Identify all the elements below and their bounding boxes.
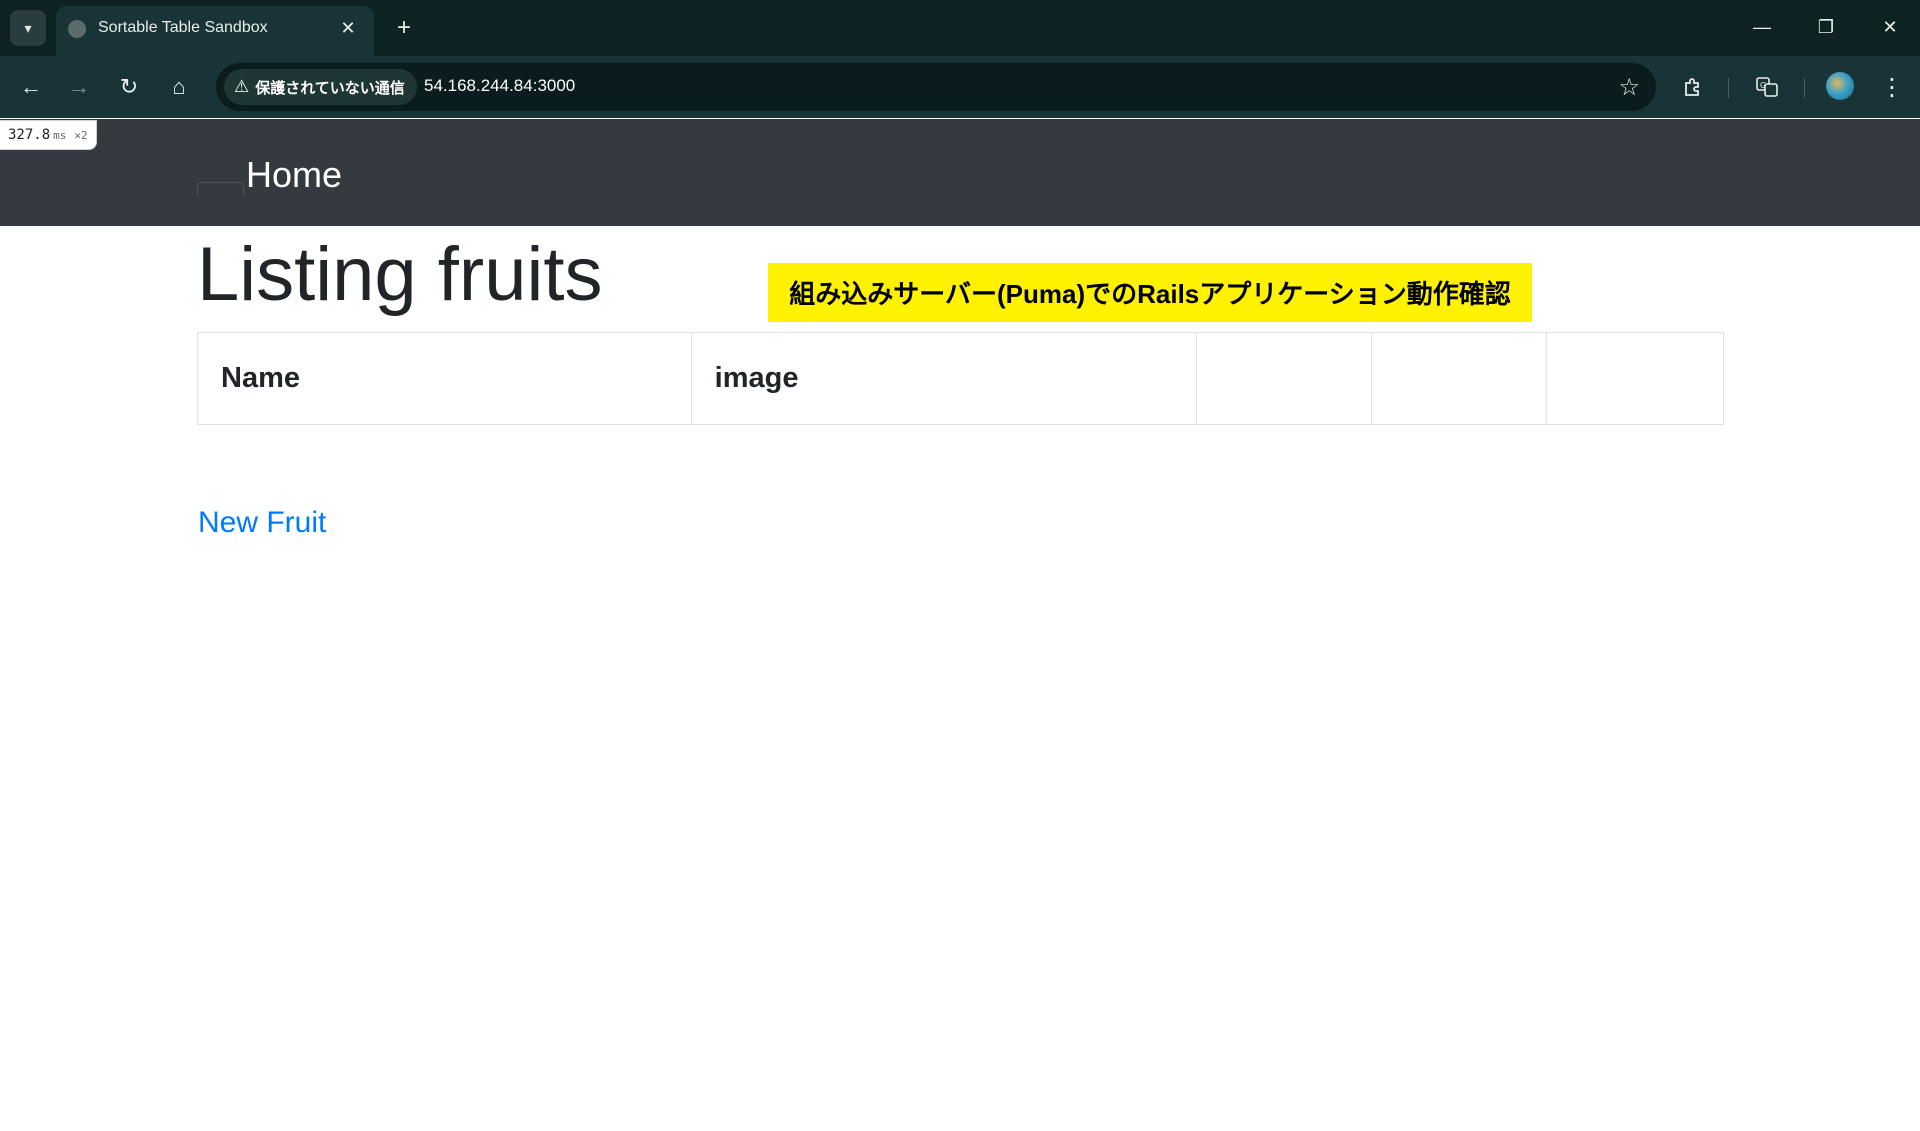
browser-menu-icon[interactable]: ⋮ [1878,70,1906,104]
new-fruit-link[interactable]: New Fruit [198,506,326,540]
perf-value: 327.8 [8,127,51,143]
translate-icon[interactable]: G [1750,70,1784,104]
security-chip[interactable]: ⚠ 保護されていない通信 [224,69,417,105]
svg-text:G: G [1760,81,1766,90]
profile-avatar[interactable] [1826,72,1854,100]
url-text[interactable]: 54.168.244.84:3000 [424,76,575,96]
perf-multiplier: ×2 [74,128,88,142]
navbar-home-link[interactable]: Home [246,154,342,196]
chevron-down-icon: ▾ [24,19,32,36]
home-button[interactable]: ⌂ [162,70,196,104]
tab-search-button[interactable]: ▾ [10,10,46,46]
restore-button[interactable]: ❐ [1802,8,1850,46]
security-label: 保護されていない通信 [255,79,405,97]
column-header-action [1196,332,1373,425]
column-header-name: Name [197,332,692,425]
fruits-table: Name image [197,332,1724,425]
bookmark-star-icon[interactable]: ☆ [1618,73,1640,102]
tab-title: Sortable Table Sandbox [98,19,268,36]
navbar-toggler-button[interactable] [197,182,244,195]
column-header-image: image [690,332,1198,425]
table-header-row: Name image [197,332,1724,425]
reload-button[interactable]: ↻ [112,70,146,104]
minimize-button[interactable]: — [1738,8,1786,46]
column-header-action [1371,332,1548,425]
address-bar[interactable]: ⚠ 保護されていない通信 54.168.244.84:3000 ☆ [216,63,1656,111]
warning-icon: ⚠ [234,77,250,96]
page-title: Listing fruits [197,232,603,317]
window-close-button[interactable]: ✕ [1866,8,1914,46]
new-tab-button[interactable]: + [388,12,420,44]
toolbar-divider [1728,78,1729,98]
perf-overlay: 327.8 ms ×2 [0,120,97,150]
perf-unit: ms [53,128,67,142]
back-button[interactable]: ← [14,70,48,104]
tab-close-icon[interactable]: ✕ [336,16,360,40]
globe-icon [68,20,86,38]
extensions-icon[interactable] [1676,70,1710,104]
browser-tab[interactable]: Sortable Table Sandbox ✕ [56,6,374,56]
forward-button[interactable]: → [62,70,96,104]
browser-toolbar: ← → ↻ ⌂ ⚠ 保護されていない通信 54.168.244.84:3000 … [0,56,1920,118]
column-header-action [1546,332,1724,425]
browser-tab-strip: ▾ Sortable Table Sandbox ✕ + — ❐ ✕ [0,0,1920,56]
status-banner: 組み込みサーバー(Puma)でのRailsアプリケーション動作確認 [768,263,1532,322]
toolbar-divider [1804,78,1805,98]
